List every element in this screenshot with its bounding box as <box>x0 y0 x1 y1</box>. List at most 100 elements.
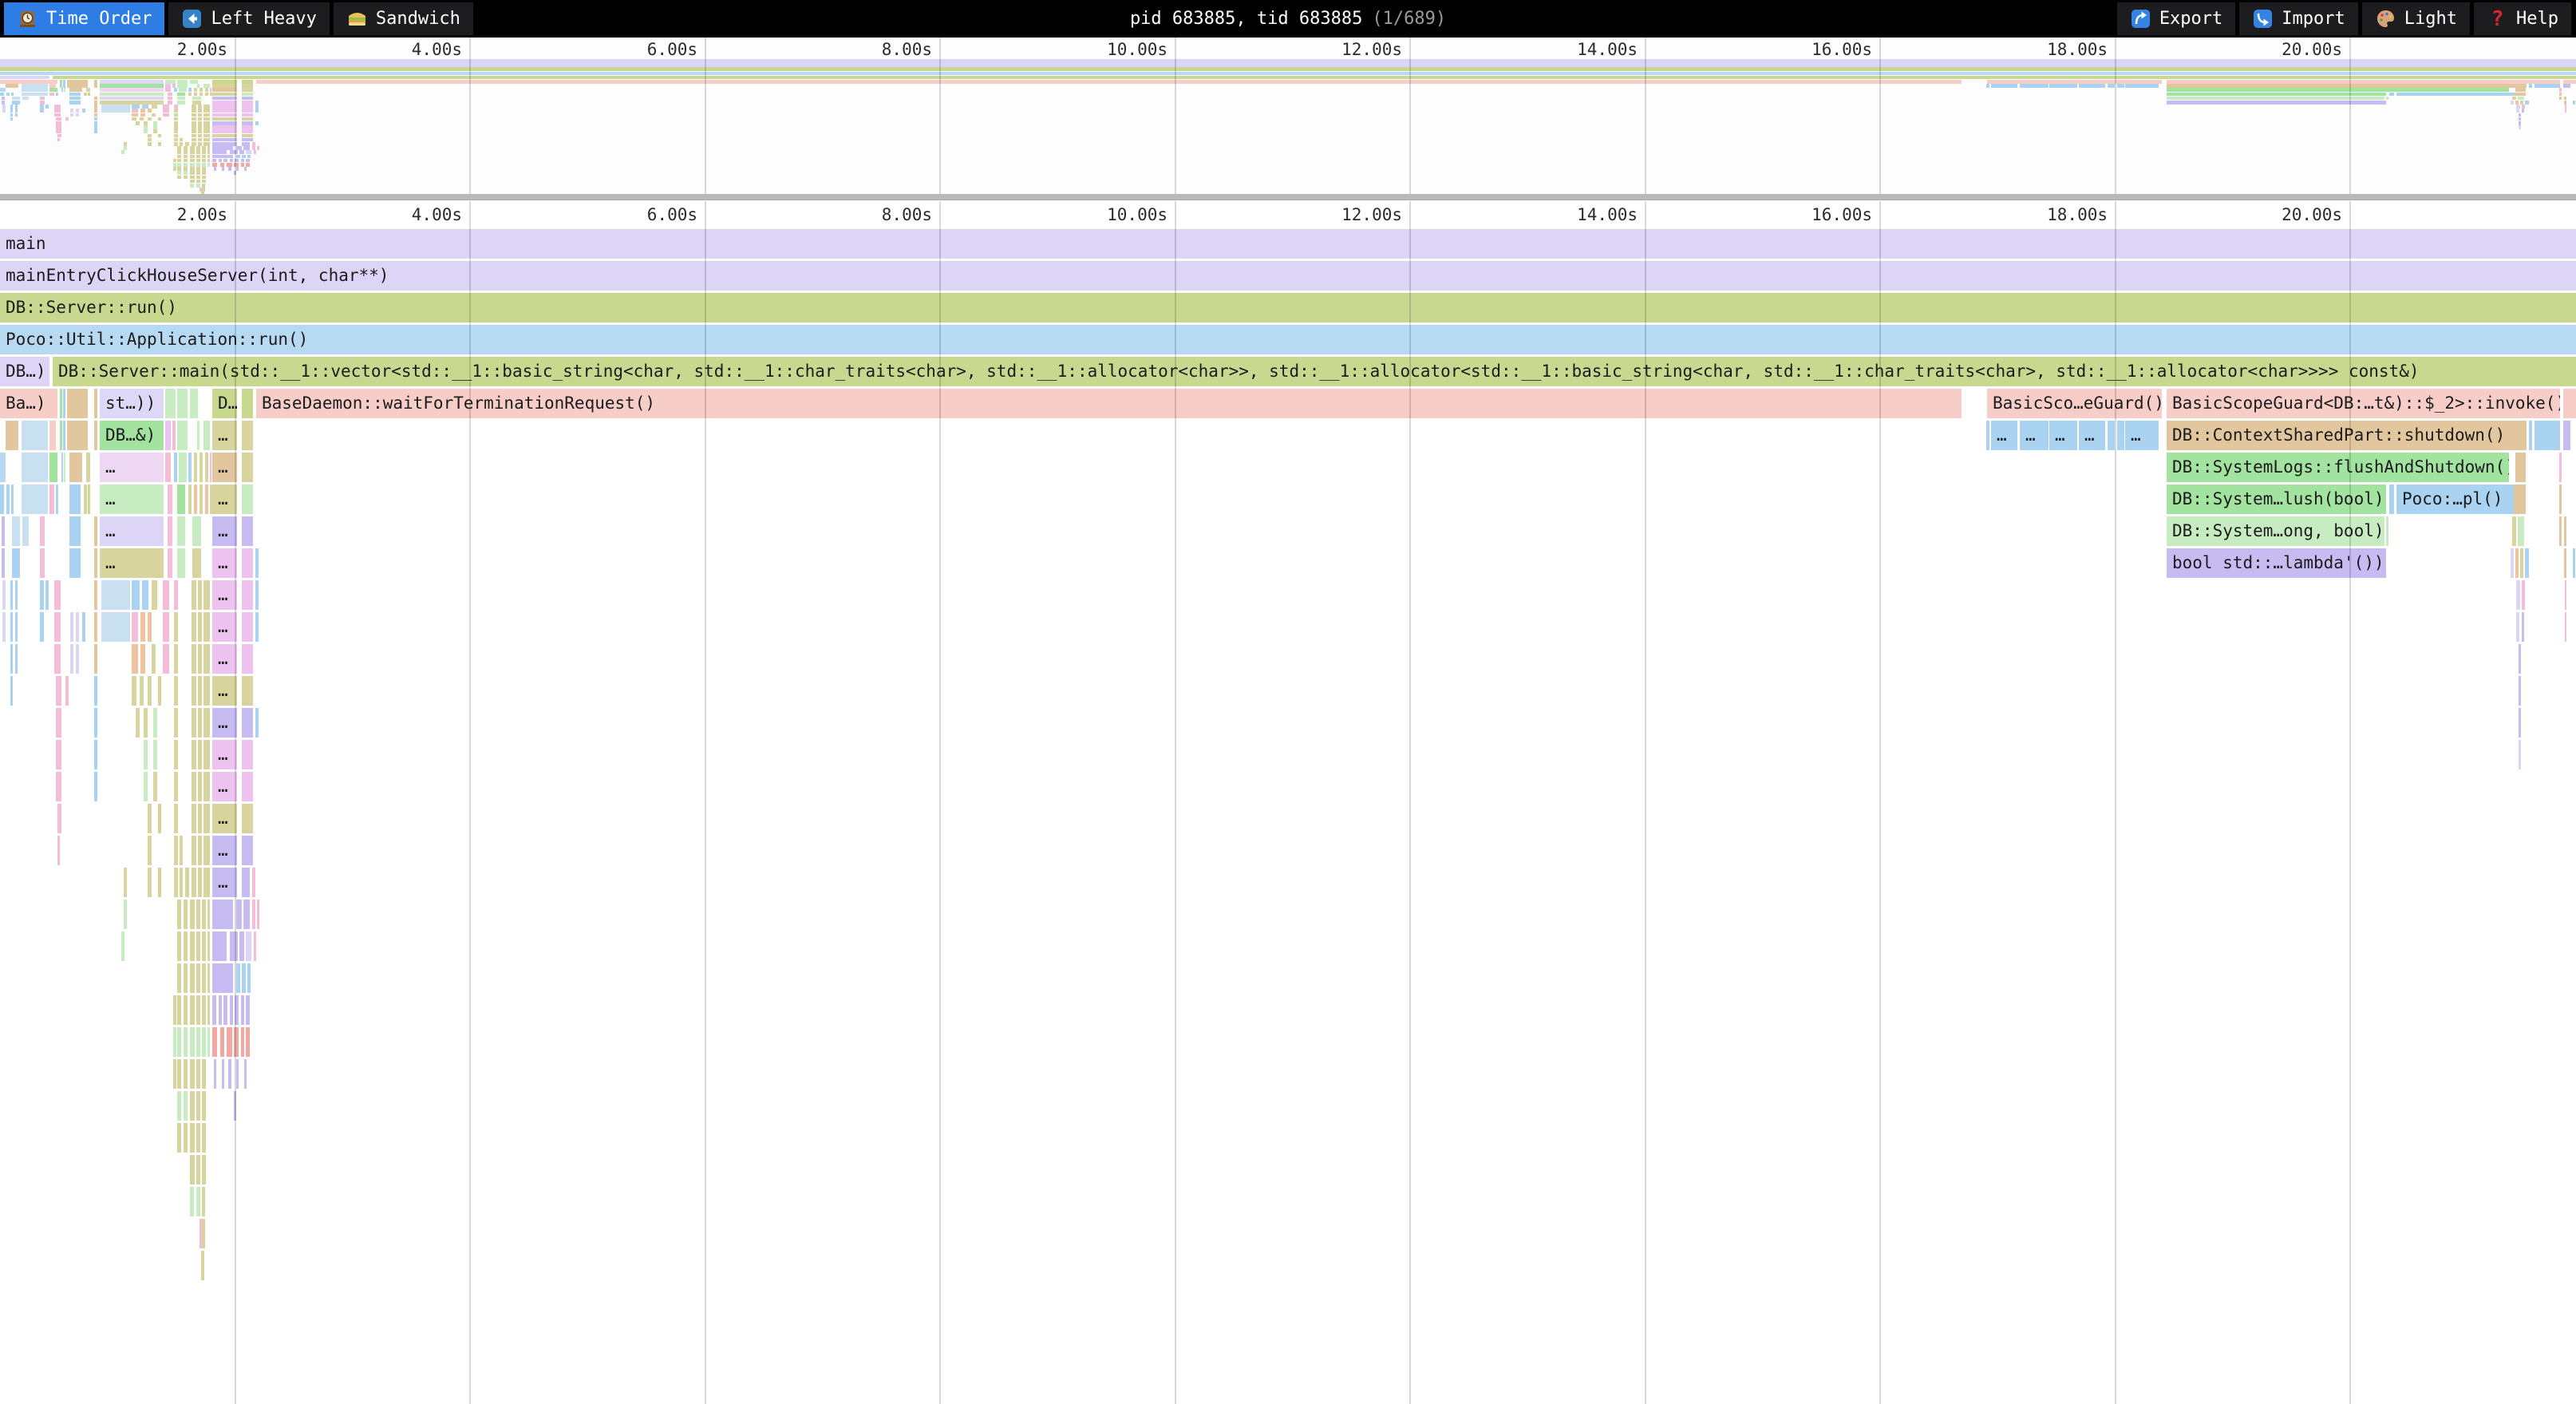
tab-sandwich[interactable]: Sandwich <box>334 2 473 35</box>
flame-frame[interactable] <box>198 804 202 833</box>
color-scheme-button[interactable]: Light <box>2362 2 2470 35</box>
flame-frame[interactable] <box>205 453 208 482</box>
flame-frame[interactable] <box>70 612 73 642</box>
flame-frame[interactable] <box>192 772 196 801</box>
flame-frame[interactable] <box>196 900 200 929</box>
flame-frame[interactable] <box>168 484 172 514</box>
flame-frame[interactable] <box>70 644 73 674</box>
flame-frame[interactable] <box>198 708 202 738</box>
flame-frame[interactable] <box>148 868 152 897</box>
flame-frame[interactable] <box>234 1091 236 1121</box>
flame-frame[interactable] <box>63 389 65 418</box>
flame-frame[interactable] <box>194 484 197 514</box>
flame-frame[interactable] <box>212 1027 217 1057</box>
flame-frame[interactable] <box>230 995 233 1025</box>
flame-frame[interactable] <box>94 548 97 578</box>
flame-frame[interactable] <box>196 995 200 1025</box>
flame-frame[interactable] <box>40 612 44 642</box>
flame-frame[interactable] <box>54 612 61 642</box>
flame-frame[interactable] <box>158 804 161 833</box>
flame-frame[interactable] <box>101 612 130 642</box>
flame-frame[interactable]: DB::Server::run() <box>0 293 2576 322</box>
flame-frame[interactable] <box>173 995 176 1025</box>
flame-frame[interactable] <box>202 1155 206 1185</box>
flame-frame[interactable] <box>2565 580 2566 610</box>
flame-frame[interactable] <box>174 804 178 833</box>
flame-frame[interactable] <box>196 1187 200 1216</box>
flame-frame[interactable] <box>11 484 14 514</box>
flame-frame[interactable] <box>152 580 157 610</box>
flame-frame[interactable] <box>198 868 202 897</box>
flame-frame[interactable] <box>165 453 171 482</box>
flame-frame[interactable] <box>200 484 203 514</box>
flame-frame[interactable] <box>94 389 97 418</box>
flame-frame[interactable] <box>190 963 195 993</box>
flame-frame[interactable] <box>177 484 185 514</box>
flame-frame[interactable] <box>173 1027 176 1057</box>
flame-frame[interactable] <box>177 1027 181 1057</box>
flame-frame[interactable] <box>22 453 48 482</box>
flame-frame[interactable] <box>246 1027 250 1057</box>
flame-frame[interactable] <box>241 1027 244 1057</box>
flame-frame[interactable] <box>2515 453 2526 482</box>
flame-frame[interactable] <box>2529 421 2532 450</box>
flame-frame[interactable] <box>2519 644 2521 674</box>
flame-frame[interactable] <box>88 484 90 514</box>
flame-frame[interactable]: BasicScopeGuard<DB:…t&)::$_2>::invoke() <box>2167 389 2560 418</box>
flame-frame[interactable] <box>202 1091 206 1121</box>
flame-frame[interactable]: BaseDaemon::waitForTerminationRequest() <box>256 389 1962 418</box>
flame-frame[interactable] <box>190 1155 195 1185</box>
flame-frame[interactable] <box>158 676 161 706</box>
flame-frame[interactable] <box>177 1059 181 1089</box>
flame-frame[interactable] <box>192 804 196 833</box>
flame-frame[interactable]: bool std::…lambda'()) <box>2167 548 2386 578</box>
flame-frame[interactable] <box>124 900 127 929</box>
flame-frame[interactable] <box>2 516 5 546</box>
flame-frame[interactable] <box>94 676 97 706</box>
flame-frame[interactable] <box>45 580 49 610</box>
flame-frame[interactable] <box>230 931 238 961</box>
flame-frame[interactable] <box>2518 516 2524 546</box>
flame-frame[interactable] <box>177 389 188 418</box>
flame-frame[interactable] <box>239 931 244 961</box>
flame-frame[interactable] <box>67 389 88 418</box>
flame-frame[interactable] <box>148 836 152 865</box>
flame-frame[interactable] <box>15 612 18 642</box>
flame-frame[interactable] <box>136 708 140 738</box>
flame-frame[interactable] <box>177 1123 181 1153</box>
flame-frame[interactable] <box>94 740 97 769</box>
flame-frame[interactable] <box>173 1059 176 1089</box>
flame-frame[interactable] <box>144 772 148 801</box>
flame-frame[interactable] <box>15 580 18 610</box>
flame-frame[interactable]: st…)) <box>100 389 164 418</box>
flame-frame[interactable] <box>2564 548 2566 578</box>
flame-frame[interactable] <box>180 868 183 897</box>
flame-frame[interactable] <box>201 1251 204 1280</box>
flame-frame[interactable] <box>200 453 203 482</box>
flame-frame[interactable] <box>196 1059 200 1089</box>
flame-frame[interactable] <box>2519 740 2521 769</box>
flame-frame[interactable] <box>56 772 61 801</box>
flame-frame[interactable] <box>222 1059 224 1089</box>
flame-frame[interactable] <box>2522 612 2524 642</box>
flame-frame[interactable] <box>192 580 196 610</box>
flame-frame[interactable] <box>184 1123 188 1153</box>
flame-frame[interactable] <box>177 1091 181 1121</box>
flame-frame[interactable] <box>6 421 18 450</box>
flame-frame[interactable] <box>242 421 253 450</box>
flame-frame[interactable] <box>188 484 192 514</box>
flame-frame[interactable] <box>163 644 169 674</box>
flame-frame[interactable] <box>242 740 253 769</box>
flame-frame[interactable] <box>94 644 97 674</box>
flame-frame[interactable] <box>210 453 211 482</box>
flame-frame[interactable] <box>2573 548 2575 578</box>
flame-frame[interactable]: … <box>212 516 237 546</box>
flame-frame[interactable] <box>252 868 255 897</box>
flame-frame[interactable] <box>67 421 88 450</box>
flame-frame[interactable] <box>207 995 210 1025</box>
flame-frame[interactable] <box>190 1187 194 1216</box>
flame-frame[interactable] <box>2563 389 2576 418</box>
flame-frame[interactable] <box>12 516 20 546</box>
flame-frame[interactable]: … <box>2125 421 2159 450</box>
flame-frame[interactable] <box>84 484 87 514</box>
